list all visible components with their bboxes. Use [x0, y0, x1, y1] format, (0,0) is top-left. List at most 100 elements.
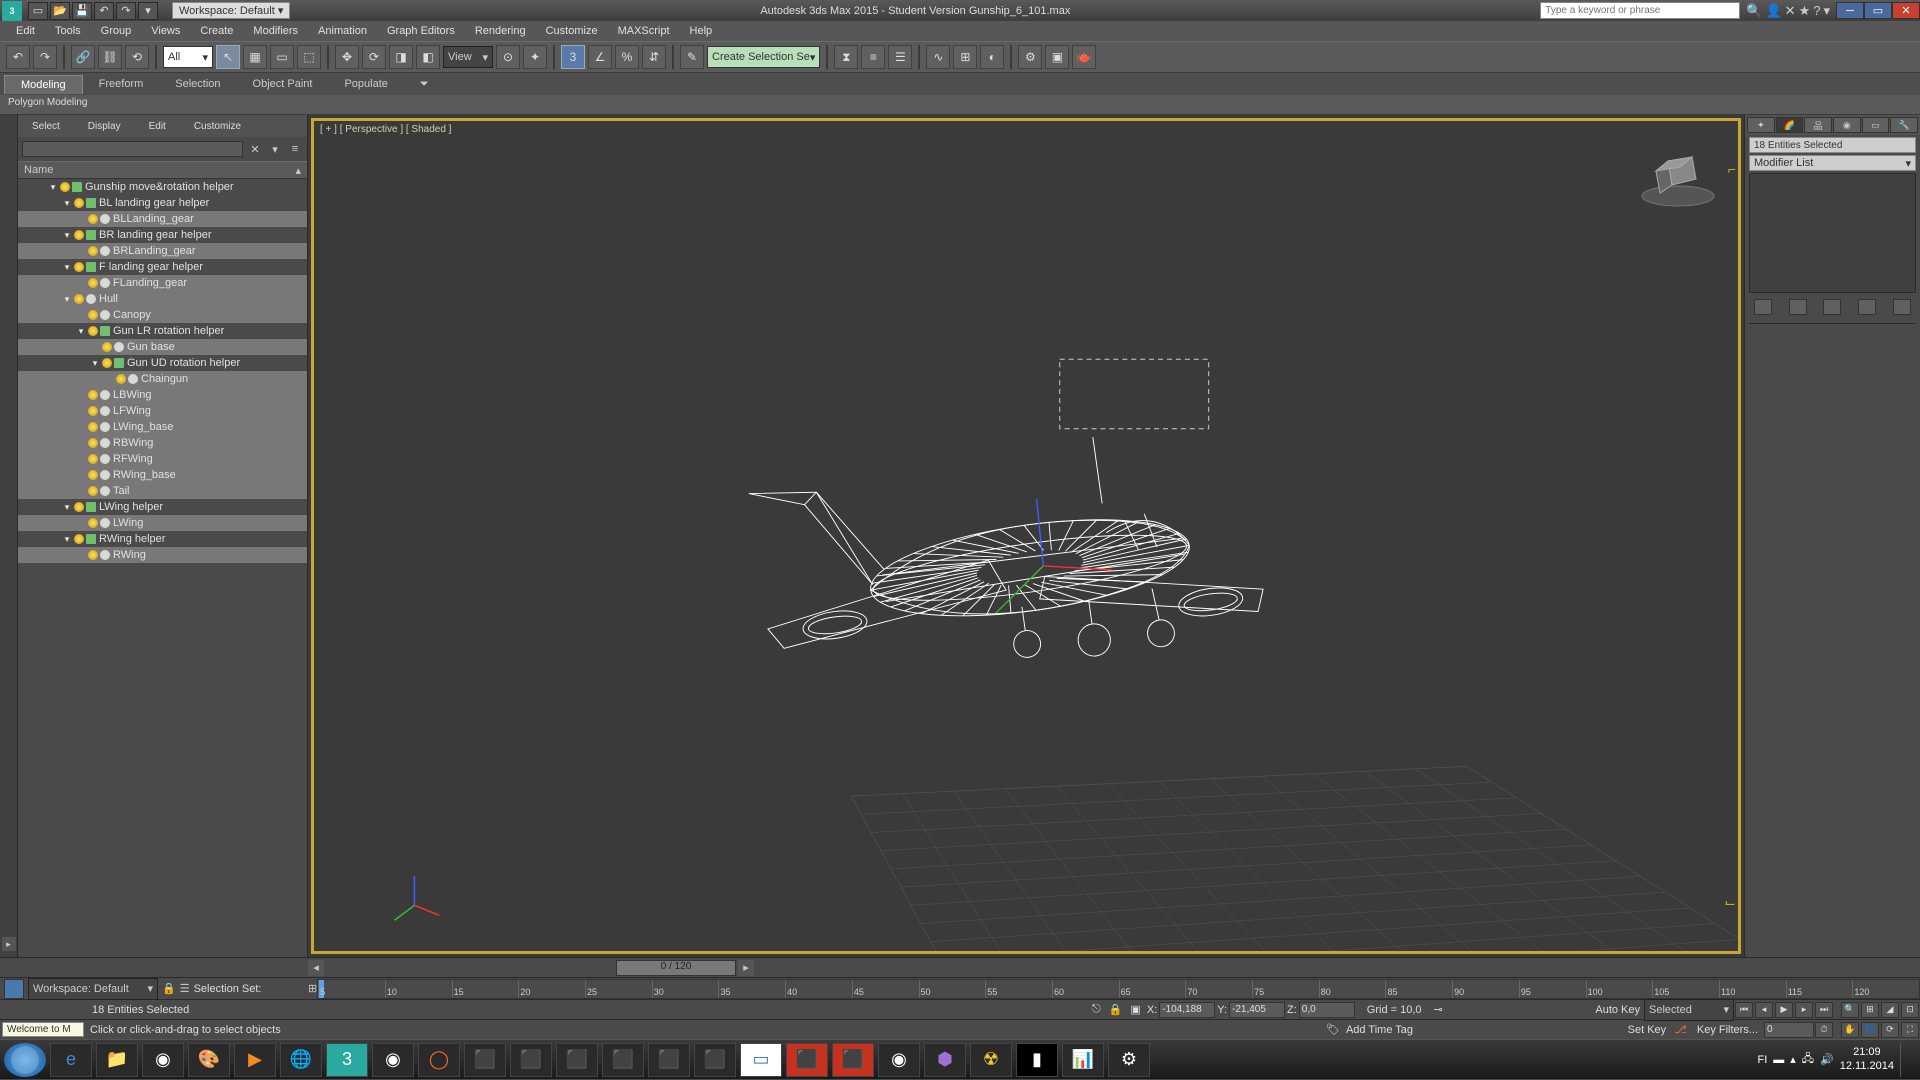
isolate-icon[interactable]: ▣	[1126, 1003, 1144, 1016]
ribbon-tab-freeform[interactable]: Freeform	[83, 75, 160, 93]
expand-icon[interactable]: ▾	[62, 294, 72, 305]
help-search-input[interactable]	[1540, 2, 1740, 19]
coord-y-field[interactable]	[1229, 1002, 1285, 1018]
save-icon[interactable]: 💾	[72, 2, 92, 20]
undo-button[interactable]: ↶	[6, 45, 30, 69]
rotate-button[interactable]: ⟳	[362, 45, 386, 69]
search-filter-icon[interactable]: ▾	[267, 141, 283, 157]
taskbar-explorer-icon[interactable]: 📁	[96, 1043, 138, 1077]
scale-button[interactable]: ◨	[389, 45, 413, 69]
search-opts-icon[interactable]: ≡	[287, 141, 303, 157]
navfov-icon[interactable]: ◢	[1881, 1002, 1899, 1018]
select-rect-button[interactable]: ▭	[270, 45, 294, 69]
maxscript-listener[interactable]: Welcome to M	[2, 1022, 84, 1037]
timeconfig-button[interactable]: ⏱	[1815, 1022, 1833, 1038]
taskbar-app2-icon[interactable]: ◯	[418, 1043, 460, 1077]
unique-icon[interactable]	[1823, 299, 1841, 315]
selection-lock-icon[interactable]: 🔒	[1105, 1003, 1127, 1016]
visibility-bulb-icon[interactable]	[74, 534, 84, 544]
time-slider-prev-icon[interactable]: ◂	[308, 960, 324, 976]
create-tab-icon[interactable]: ✦	[1747, 117, 1775, 133]
modifier-stack[interactable]	[1749, 173, 1916, 293]
tree-row[interactable]: ▾Hull	[18, 291, 307, 307]
close-button[interactable]: ✕	[1892, 2, 1920, 19]
help-dropdown-icon[interactable]: ▾	[1823, 3, 1830, 19]
align-button[interactable]: ≡	[861, 45, 885, 69]
viewport-label[interactable]: [ + ] [ Perspective ] [ Shaded ]	[320, 124, 451, 135]
coord-x-field[interactable]	[1159, 1002, 1215, 1018]
current-frame-field[interactable]	[1764, 1022, 1814, 1038]
workspace-combo[interactable]: Workspace: Default▾	[28, 978, 158, 1000]
navwalk-icon[interactable]: 👣	[1861, 1022, 1879, 1038]
tree-row[interactable]: LWing	[18, 515, 307, 531]
tree-row[interactable]: ▾BL landing gear helper	[18, 195, 307, 211]
redo-button[interactable]: ↷	[33, 45, 57, 69]
tree-row[interactable]: Chaingun	[18, 371, 307, 387]
signin-icon[interactable]: 👤	[1765, 3, 1781, 19]
start-button[interactable]	[4, 1043, 46, 1077]
scene-tab-select[interactable]: Select	[18, 118, 74, 135]
visibility-bulb-icon[interactable]	[74, 294, 84, 304]
schematic-button[interactable]: ⊞	[953, 45, 977, 69]
strip-expand-icon[interactable]: ▸	[2, 937, 16, 951]
taskbar-steam-icon[interactable]: ◉	[372, 1043, 414, 1077]
taskbar-app14-icon[interactable]: 📊	[1062, 1043, 1104, 1077]
visibility-bulb-icon[interactable]	[116, 374, 126, 384]
taskbar-app11-icon[interactable]: ◉	[878, 1043, 920, 1077]
link-icon[interactable]: 🔗	[71, 45, 95, 69]
tree-row[interactable]: ▾RWing helper	[18, 531, 307, 547]
time-slider-handle[interactable]: 0 / 120	[616, 960, 736, 976]
expand-icon[interactable]: ▾	[62, 262, 72, 273]
taskbar-media-icon[interactable]: ▶	[234, 1043, 276, 1077]
ribbon-minimize-icon[interactable]: ⏷	[404, 75, 445, 94]
navzoomall-icon[interactable]: ⊞	[1861, 1002, 1879, 1018]
tray-clock[interactable]: 21:09 12.11.2014	[1840, 1046, 1894, 1072]
visibility-bulb-icon[interactable]	[74, 502, 84, 512]
tree-row[interactable]: LWing_base	[18, 419, 307, 435]
perspective-viewport[interactable]: [ + ] [ Perspective ] [ Shaded ] ⌐ ⌙	[311, 118, 1741, 954]
expand-icon[interactable]: ▾	[62, 230, 72, 241]
taskbar-app13-icon[interactable]: ☢	[970, 1043, 1012, 1077]
named-selset-combo[interactable]: Create Selection Se▾	[707, 46, 820, 68]
tree-row[interactable]: ▾Gun UD rotation helper	[18, 355, 307, 371]
menu-modifiers[interactable]: Modifiers	[243, 23, 308, 39]
navorbit-icon[interactable]: ⟳	[1881, 1022, 1899, 1038]
ribbon-tab-selection[interactable]: Selection	[159, 75, 236, 93]
qat-dropdown-icon[interactable]: ▾	[138, 2, 158, 20]
tree-row[interactable]: BLLanding_gear	[18, 211, 307, 227]
editnamed-button[interactable]: ✎	[680, 45, 704, 69]
workspace-selector[interactable]: Workspace: Default ▾	[172, 2, 290, 19]
tree-row[interactable]: RWing_base	[18, 467, 307, 483]
selset-edit-icon[interactable]: ☰	[180, 982, 190, 995]
timetag-icon[interactable]: 🏷	[1326, 1023, 1340, 1036]
taskbar-app8-icon[interactable]: ⬛	[694, 1043, 736, 1077]
visibility-bulb-icon[interactable]	[88, 518, 98, 528]
visibility-bulb-icon[interactable]	[88, 214, 98, 224]
keymode-combo[interactable]: Selected▾	[1644, 999, 1734, 1021]
scene-tab-customize[interactable]: Customize	[180, 118, 255, 135]
scene-tab-display[interactable]: Display	[74, 118, 135, 135]
visibility-bulb-icon[interactable]	[88, 390, 98, 400]
tray-net-icon[interactable]: 🖧	[1802, 1050, 1814, 1069]
move-button[interactable]: ✥	[335, 45, 359, 69]
navzoomext-icon[interactable]: ⊡	[1901, 1002, 1919, 1018]
material-editor-button[interactable]: ◐	[980, 45, 1004, 69]
tree-row[interactable]: ▾BR landing gear helper	[18, 227, 307, 243]
visibility-bulb-icon[interactable]	[88, 246, 98, 256]
taskbar-app3-icon[interactable]: ⬛	[464, 1043, 506, 1077]
curve-editor-button[interactable]: ∿	[926, 45, 950, 69]
layers-button[interactable]: ☰	[888, 45, 912, 69]
render-setup-button[interactable]: ⚙	[1018, 45, 1042, 69]
remove-mod-icon[interactable]	[1858, 299, 1876, 315]
expand-icon[interactable]: ▾	[62, 198, 72, 209]
help-icon[interactable]: ?	[1813, 3, 1820, 19]
app-logo-icon[interactable]: 3	[2, 1, 22, 21]
tree-row[interactable]: RBWing	[18, 435, 307, 451]
exchange-icon[interactable]: ✕	[1785, 3, 1796, 19]
trackbar-toggle-icon[interactable]	[4, 979, 24, 999]
visibility-bulb-icon[interactable]	[88, 278, 98, 288]
show-desktop-button[interactable]	[1900, 1043, 1910, 1077]
window-crossing-button[interactable]: ⬚	[297, 45, 321, 69]
visibility-bulb-icon[interactable]	[88, 406, 98, 416]
utilities-tab-icon[interactable]: 🔧	[1890, 117, 1918, 133]
